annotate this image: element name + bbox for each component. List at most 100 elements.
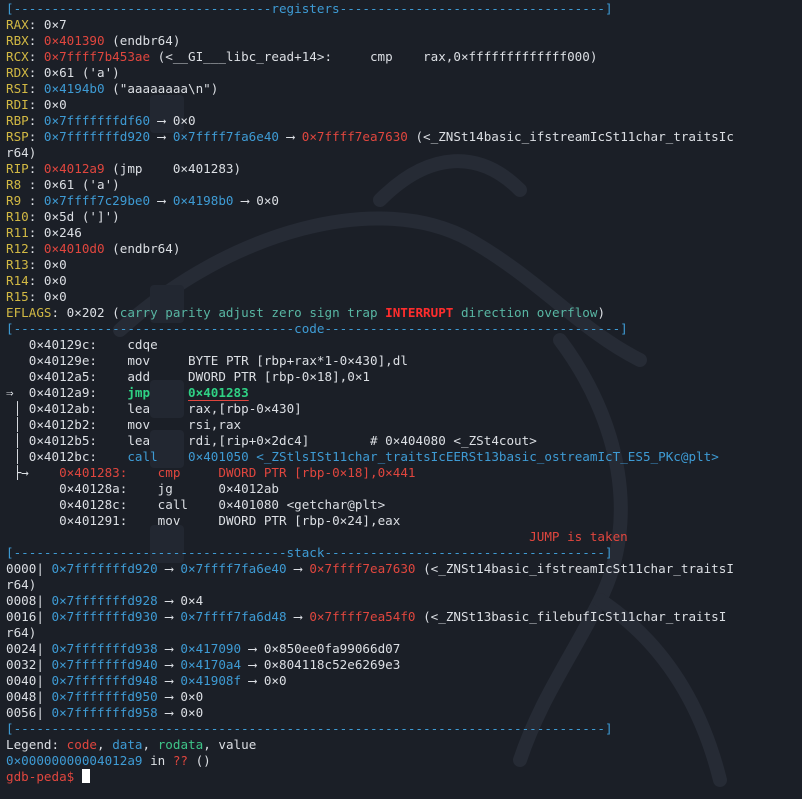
instruction-operands: 0×401050 <_ZStlsISt11char_traitsIcEERSt1… <box>188 449 719 464</box>
instruction-mnemonic: mov <box>157 513 189 528</box>
registers-section-title: registers <box>271 1 340 16</box>
stack-value: 0×7ffff7ea54f0 <box>309 609 416 624</box>
eflags-interrupt-flag: INTERRUPT <box>385 305 454 320</box>
stack-row: 0016| 0×7fffffffd930 ⟶ 0×7ffff7fa6d48 ⟶ … <box>6 609 727 624</box>
jump-taken-line: JUMP is taken <box>6 529 802 545</box>
instruction-gutter: │ <box>6 449 29 464</box>
instruction-operands: 0×4012ab <box>218 481 280 496</box>
stack-row: 0048| 0×7fffffffd950 ⟶ 0×0 <box>6 689 204 704</box>
registers-section-header: [----------------------------------regis… <box>6 1 613 16</box>
stack-value: 0×41908f <box>180 673 242 688</box>
instruction-row: 0×401291: mov DWORD PTR [rbp-0×24],eax <box>6 513 802 529</box>
register-value: 0×4194b0 <box>43 81 105 96</box>
legend-data: data <box>112 737 143 752</box>
terminal-cursor[interactable] <box>81 769 90 783</box>
current-function-name: ?? <box>172 753 188 768</box>
stack-value: 0×417090 <box>180 641 242 656</box>
register-name: R13 <box>6 257 29 272</box>
register-name: RDX <box>6 65 29 80</box>
stack-row: 0032| 0×7fffffffd940 ⟶ 0×4170a4 ⟶ 0×8041… <box>6 657 401 672</box>
stack-value: ⟶ <box>157 641 181 656</box>
register-value: r64) <box>6 145 37 160</box>
register-value: 0×4010d0 <box>43 241 105 256</box>
instruction-mnemonic: call <box>127 449 158 464</box>
stack-row: 0056| 0×7fffffffd958 ⟶ 0×0 <box>6 705 204 720</box>
instruction-row: ├→ 0×401283: cmp DWORD PTR [rbp-0×18],0×… <box>6 465 802 481</box>
eflags-line: EFLAGS: 0×202 (carry parity adjust zero … <box>6 305 606 320</box>
stack-address: 0×7fffffffd920 <box>51 561 158 576</box>
instruction-address: 0×4012ab: <box>28 401 97 416</box>
instruction-mnemonic: jg <box>157 481 189 496</box>
register-row: RBP: 0×7fffffffdf60 ⟶ 0×0 <box>6 113 196 128</box>
stack-offset: 0056 <box>6 705 37 720</box>
gdb-terminal: [----------------------------------regis… <box>6 1 802 785</box>
instruction-operands: rsi,rax <box>188 417 242 432</box>
instruction-address: 0×4012b5: <box>28 433 97 448</box>
register-row: RCX: 0×7ffff7b453ae (<__GI___libc_read+1… <box>6 49 598 64</box>
register-value: 0×5d (']') <box>43 209 120 224</box>
instruction-operands: 0×401080 <getchar@plt> <box>218 497 386 512</box>
register-value: 0×7 <box>43 17 67 32</box>
register-value: (jmp 0×401283) <box>104 161 242 176</box>
code-listing: 0×40129c: cdqe 0×40129e: mov BYTE PTR [r… <box>6 337 802 465</box>
stack-value: ⟶ 0×0 <box>241 673 287 688</box>
register-value: ⟶ 0×0 <box>233 193 279 208</box>
stack-value: 0×7ffff7ea7630 <box>309 561 416 576</box>
register-value: 0×246 <box>43 225 82 240</box>
register-row: r64) <box>6 145 802 161</box>
legend-rodata: rodata <box>157 737 204 752</box>
stack-value: ⟶ 0×0 <box>157 705 204 720</box>
instruction-mnemonic: call <box>157 497 189 512</box>
register-row: R12: 0×4010d0 (endbr64) <box>6 241 181 256</box>
instruction-address: 0×4012a9: <box>28 385 97 400</box>
stack-offset: 0032 <box>6 657 37 672</box>
location-line: 0×00000000004012a9 in ?? () <box>6 753 211 768</box>
register-row: R13: 0×0 <box>6 257 67 272</box>
instruction-mnemonic: mov <box>127 417 158 432</box>
register-value: ⟶ <box>150 193 173 208</box>
section-footer: [---------------------------------------… <box>6 721 613 736</box>
instruction-operands: DWORD PTR [rbp-0×18],0×441 <box>218 465 416 480</box>
stack-value: ⟶ 0×0 <box>157 689 204 704</box>
register-name: R10 <box>6 209 29 224</box>
stack-value: 0×7ffff7fa6e40 <box>180 561 287 576</box>
instruction-operands: 0×401283 <box>188 385 249 400</box>
instruction-gutter <box>6 497 59 512</box>
stack-address: 0×7fffffffd958 <box>51 705 158 720</box>
gdb-prompt: gdb-peda$ <box>6 769 82 784</box>
instruction-gutter: │ <box>6 401 29 416</box>
register-row: R10: 0×5d (']') <box>6 209 120 224</box>
instruction-mnemonic: mov <box>127 353 158 368</box>
stack-value: ⟶ 0×850ee0fa99066d07 <box>241 641 401 656</box>
stack-offset: 0024 <box>6 641 37 656</box>
instruction-address: 0×40128c: <box>59 497 128 512</box>
stack-row: 0000| 0×7fffffffd920 ⟶ 0×7ffff7fa6e40 ⟶ … <box>6 561 734 576</box>
register-name: R8 <box>6 177 29 192</box>
register-row: RDX: 0×61 ('a') <box>6 65 120 80</box>
register-value: ⟶ <box>150 129 173 144</box>
register-value: 0×7ffff7fa6e40 <box>172 129 279 144</box>
stack-address: 0×7fffffffd938 <box>51 641 158 656</box>
instruction-address: 0×40129e: <box>28 353 97 368</box>
register-value: 0×0 <box>43 257 67 272</box>
code-section-title: code <box>294 321 325 336</box>
instruction-mnemonic: add <box>127 369 158 384</box>
stack-address: 0×7fffffffd940 <box>51 657 158 672</box>
register-row: RAX: 0×7 <box>6 17 67 32</box>
register-row: RSI: 0×4194b0 ("aaaaaaaa\n") <box>6 81 219 96</box>
gdb-prompt-line[interactable]: gdb-peda$ <box>6 769 802 785</box>
register-name: R14 <box>6 273 29 288</box>
stack-list: 0000| 0×7fffffffd920 ⟶ 0×7ffff7fa6e40 ⟶ … <box>6 561 802 721</box>
instruction-gutter: ⇒ <box>6 385 29 400</box>
stack-row: 0024| 0×7fffffffd938 ⟶ 0×417090 ⟶ 0×850e… <box>6 641 401 656</box>
stack-value: r64) <box>6 625 37 640</box>
register-value: (<__GI___libc_read+14>: cmp rax,0×ffffff… <box>150 49 598 64</box>
register-name: R12 <box>6 241 29 256</box>
legend-value: value <box>218 737 257 752</box>
instruction-row: 0×4012a5: add DWORD PTR [rbp-0×18],0×1 <box>6 369 802 385</box>
instruction-address: 0×401283: <box>59 465 128 480</box>
register-row: R14: 0×0 <box>6 273 67 288</box>
instruction-gutter: │ <box>6 417 29 432</box>
stack-address: 0×7fffffffd948 <box>51 673 158 688</box>
instruction-row: │ 0×4012b2: mov rsi,rax <box>6 417 802 433</box>
